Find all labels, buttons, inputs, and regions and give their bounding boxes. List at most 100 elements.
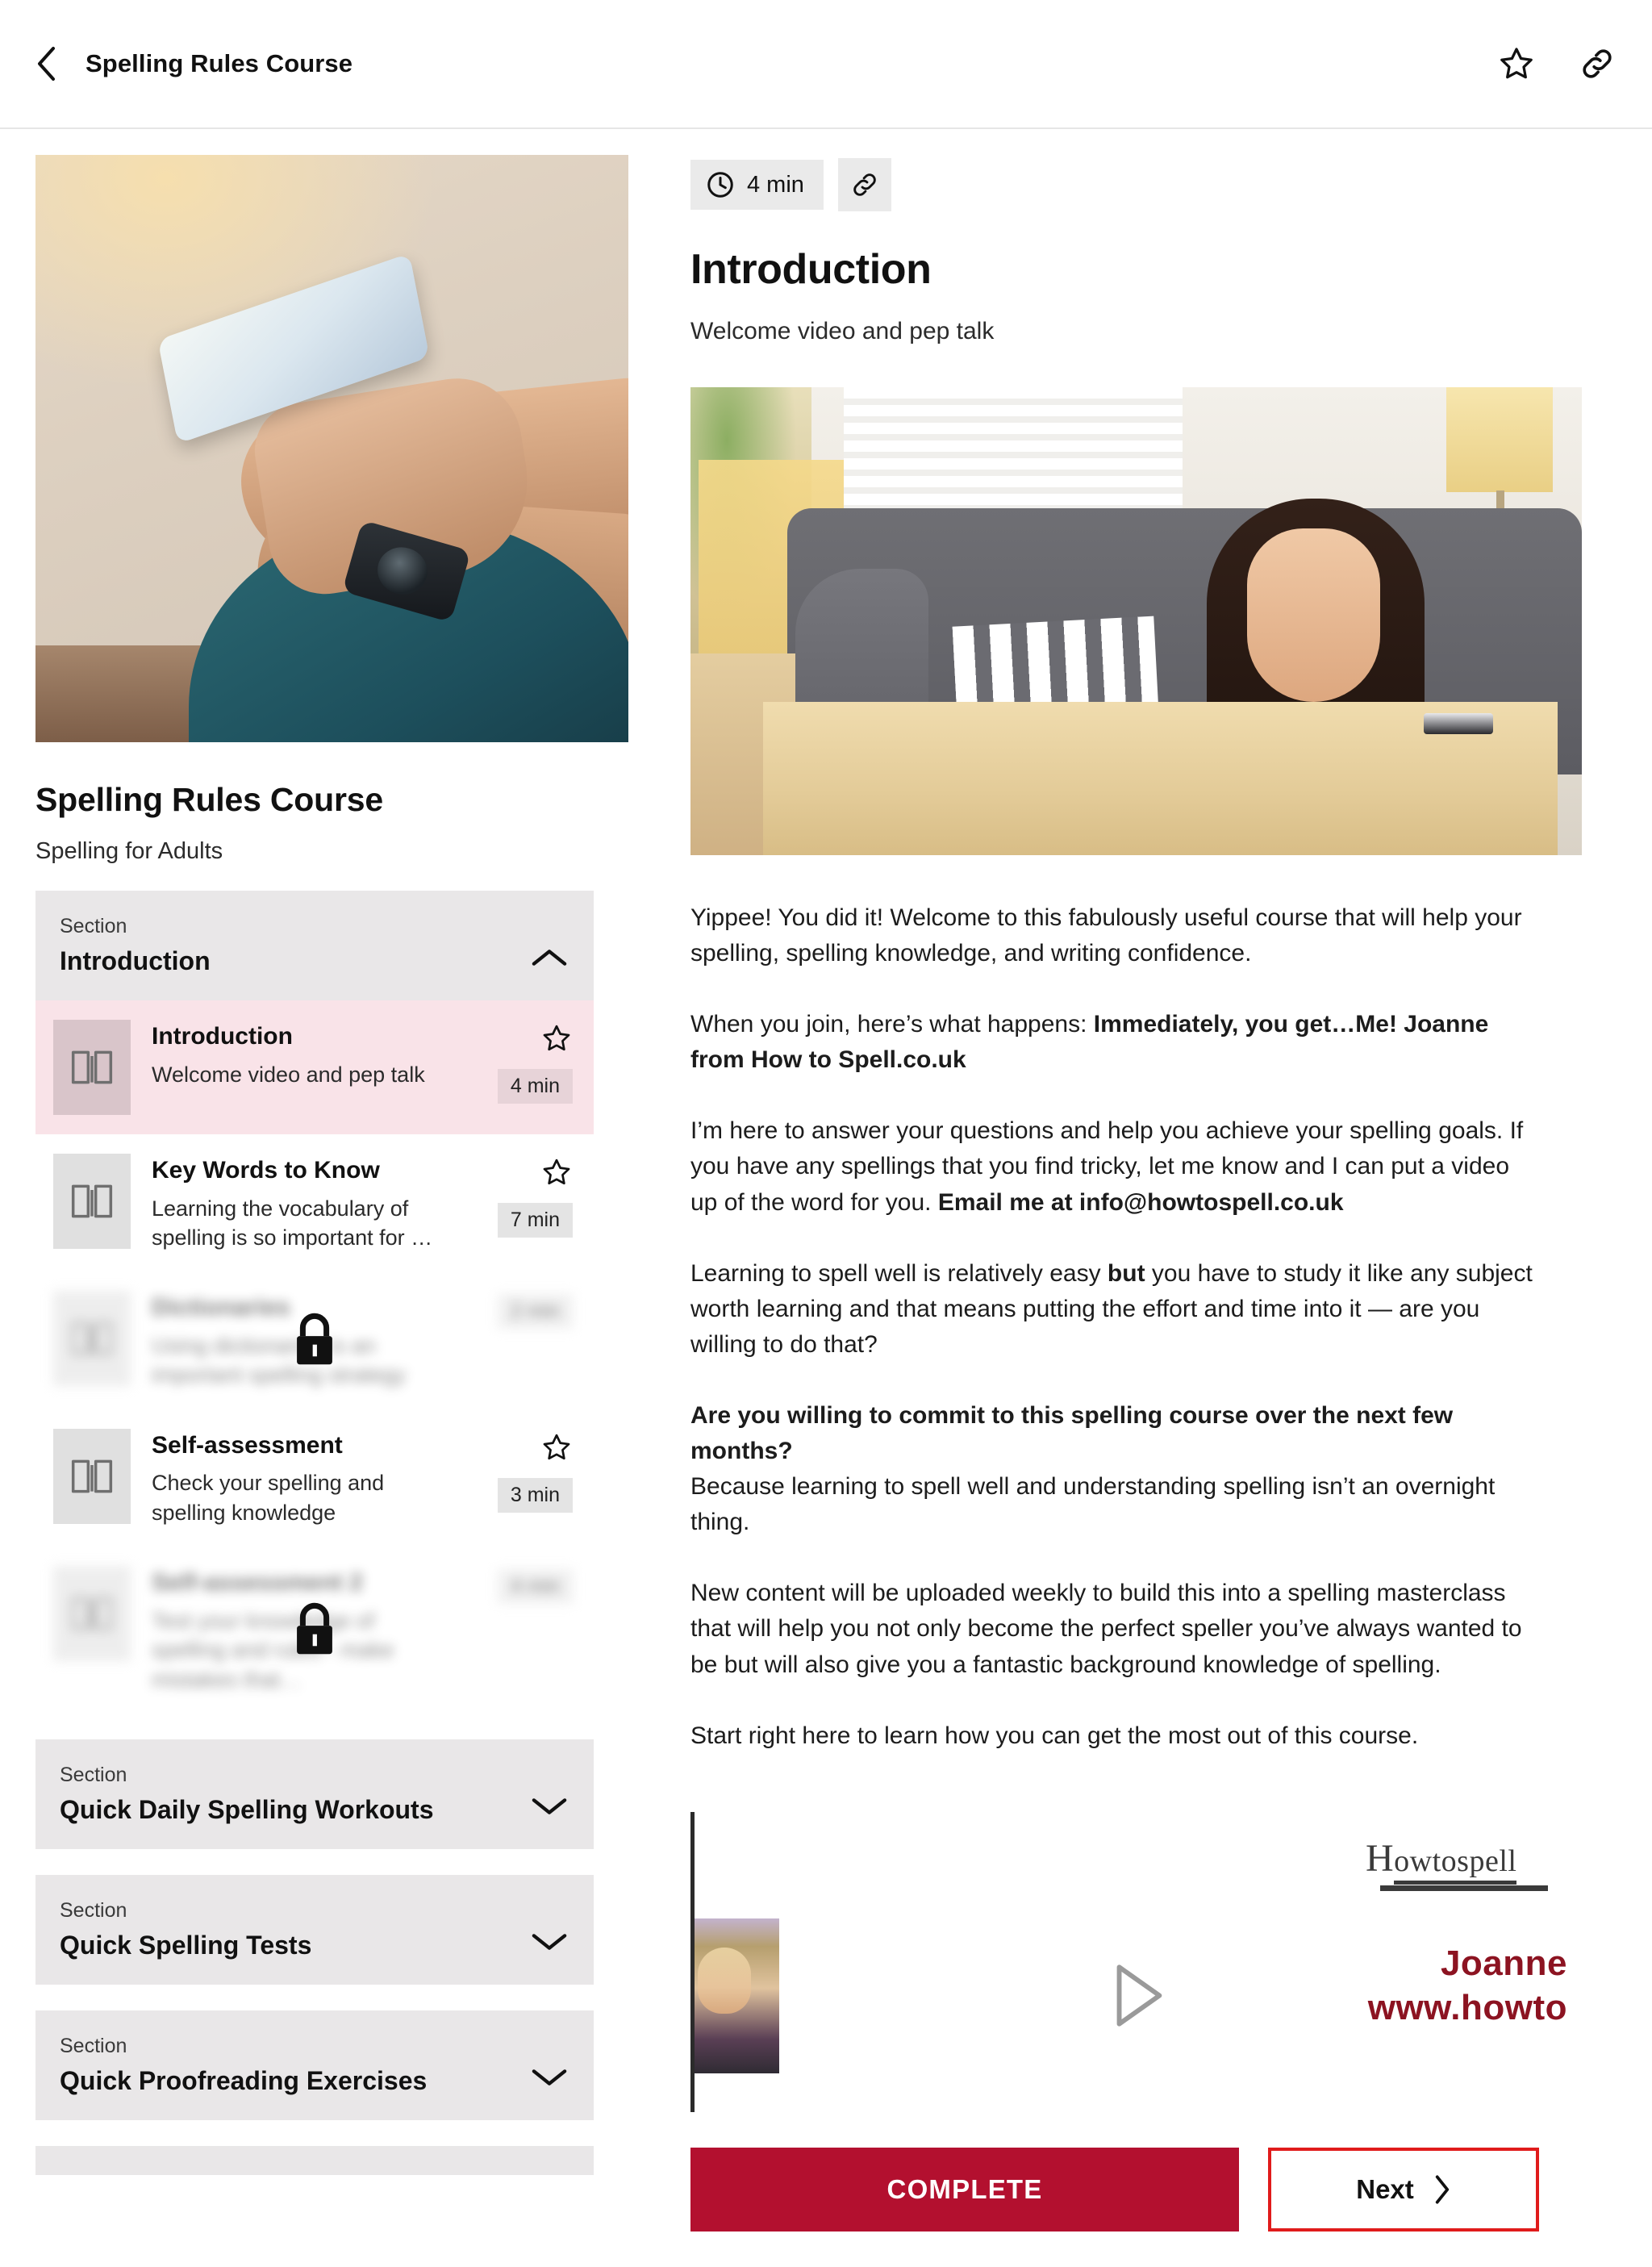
book-icon [71, 1321, 113, 1355]
section-header-quick-daily-spelling-workouts[interactable]: Section Quick Daily Spelling Workouts [35, 1739, 594, 1849]
header-left-group: Spelling Rules Course [27, 45, 353, 82]
section-toggle[interactable] [531, 1795, 568, 1825]
logo-underline-bar [1380, 1885, 1548, 1891]
presenter-name: Joanne [1440, 1943, 1567, 1983]
chevron-down-icon [532, 2069, 567, 2085]
share-link-button[interactable] [1576, 43, 1618, 85]
section-label: Section [60, 2034, 127, 2057]
video-play-button[interactable] [1107, 1960, 1170, 2035]
lesson-row-introduction[interactable]: Introduction Welcome video and pep talk … [35, 1000, 594, 1134]
still-phone-on-table [1424, 713, 1493, 734]
section-header-introduction[interactable]: Section Introduction [35, 891, 594, 1000]
section-header-text: Section Quick Spelling Tests [60, 1899, 311, 1960]
star-outline-icon [543, 1025, 570, 1051]
lesson-row-dictionaries-locked[interactable]: Dictionaries Using dictionaries is an im… [35, 1271, 594, 1409]
lesson-heading: Introduction [690, 246, 932, 293]
video-presenter-caption: Joanne www.howto [1368, 1941, 1567, 2030]
section-header-quick-spelling-tests[interactable]: Section Quick Spelling Tests [35, 1874, 594, 1985]
lesson-title: Self-assessment 2 [152, 1569, 363, 1597]
still-lamp-shade [1446, 387, 1553, 492]
section-toggle[interactable] [531, 946, 568, 976]
paragraph-4: Learning to spell well is relatively eas… [690, 1259, 1533, 1358]
lesson-duration-chip: 4 min [690, 160, 824, 210]
lesson-text: Self-assessment 2 Test your knowledge of… [152, 1566, 445, 1694]
locked-content-blurred: Self-assessment 2 Test your knowledge of… [53, 1566, 573, 1694]
book-icon [71, 1597, 113, 1630]
play-triangle-icon [1116, 1964, 1162, 2027]
lesson-title: Introduction [152, 1023, 293, 1050]
lesson-content: 4 min Introduction Welcome video and pep… [629, 129, 1652, 2267]
complete-button[interactable]: COMPLETE [690, 2147, 1239, 2232]
page-title: Spelling Rules Course [86, 49, 353, 77]
section-toggle[interactable] [531, 1931, 568, 1960]
lesson-thumbnail [53, 1020, 131, 1115]
lesson-list: Introduction Welcome video and pep talk … [35, 1000, 594, 1714]
lesson-description: Test your knowledge of spelling and rule… [152, 1608, 394, 1692]
lesson-action-bar: COMPLETE Next [690, 2147, 1539, 2267]
lesson-description: Using dictionaries is an important spell… [152, 1333, 407, 1388]
lesson-duration-badge: 7 min [497, 1203, 573, 1238]
lesson-description: Check your spelling and spelling knowled… [152, 1471, 385, 1525]
lesson-body-text: Yippee! You did it! Welcome to this fabu… [690, 900, 1539, 1754]
link-icon [853, 173, 876, 196]
section-toggle[interactable] [531, 2066, 568, 2096]
chevron-up-icon [532, 950, 567, 966]
lesson-text: Introduction Welcome video and pep talk [152, 1020, 445, 1089]
lesson-favorite-button[interactable] [540, 1023, 573, 1058]
section-name: Introduction [60, 946, 211, 975]
section-name: Quick Proofreading Exercises [60, 2065, 428, 2095]
lesson-meta: 4 min [466, 1566, 573, 1694]
lesson-thumbnail [53, 1566, 131, 1662]
section-label: Section [60, 1898, 127, 1922]
lesson-text: Self-assessment Check your spelling and … [152, 1429, 445, 1527]
lesson-favorite-button[interactable] [540, 1157, 573, 1192]
next-button[interactable]: Next [1268, 2147, 1539, 2232]
howtospell-logo: Howtospell [1366, 1836, 1548, 1891]
lesson-text: Key Words to Know Learning the vocabular… [152, 1154, 445, 1252]
lesson-favorite-button[interactable] [540, 1432, 573, 1467]
presenter-url: www.howto [1367, 1987, 1567, 2027]
page-layout: Spelling Rules Course Spelling for Adult… [0, 129, 1652, 2267]
lesson-title: Key Words to Know [152, 1157, 380, 1184]
lesson-duration-badge: 2 min [497, 1294, 573, 1330]
lesson-description: Learning the vocabulary of spelling is s… [152, 1196, 433, 1250]
clock-icon [707, 172, 733, 198]
lesson-meta: 4 min [466, 1020, 573, 1104]
section-header-text: Section Introduction [60, 915, 211, 976]
video-presenter-thumbnail [695, 1918, 779, 2073]
lesson-description: Welcome video and pep talk [152, 1062, 425, 1087]
section-header-quick-proofreading-exercises[interactable]: Section Quick Proofreading Exercises [35, 2010, 594, 2120]
course-sidebar: Spelling Rules Course Spelling for Adult… [0, 129, 629, 2175]
paragraph-2: When you join, here’s what happens: Imme… [690, 1011, 1489, 1074]
lesson-row-key-words-to-know[interactable]: Key Words to Know Learning the vocabular… [35, 1134, 594, 1272]
paragraph-5: Are you willing to commit to this spelli… [690, 1401, 1496, 1536]
section-label: Section [60, 915, 127, 937]
header-right-group [1496, 43, 1625, 85]
lesson-row-self-assessment[interactable]: Self-assessment Check your spelling and … [35, 1409, 594, 1547]
star-outline-icon [543, 1434, 570, 1459]
section-label: Section [60, 1763, 127, 1786]
section-header-partial[interactable] [35, 2145, 594, 2175]
course-title: Spelling Rules Course [35, 781, 383, 818]
star-outline-icon [543, 1159, 570, 1185]
lesson-subheading: Welcome video and pep talk [690, 318, 995, 344]
lesson-video-player[interactable]: Howtospell Joanne www.howto [690, 1811, 1582, 2112]
lesson-link-button[interactable] [837, 158, 891, 211]
lesson-thumbnail [53, 1154, 131, 1249]
chevron-left-icon [38, 47, 55, 81]
lesson-duration-badge: 4 min [497, 1069, 573, 1104]
lesson-thumbnail [53, 1291, 131, 1387]
next-label: Next [1356, 2173, 1414, 2204]
book-icon [71, 1184, 113, 1218]
lesson-title: Dictionaries [152, 1294, 290, 1321]
section-header-text: Section Quick Daily Spelling Workouts [60, 1764, 434, 1825]
lesson-meta: 3 min [466, 1429, 573, 1513]
app-header: Spelling Rules Course [0, 0, 1652, 129]
lesson-duration-badge: 4 min [497, 1569, 573, 1605]
paragraph-1: Yippee! You did it! Welcome to this fabu… [690, 904, 1522, 967]
lesson-meta: 7 min [466, 1154, 573, 1238]
lesson-title: Self-assessment [152, 1431, 343, 1459]
favorite-button[interactable] [1496, 43, 1537, 85]
lesson-row-self-assessment-2-locked[interactable]: Self-assessment 2 Test your knowledge of… [35, 1547, 594, 1714]
back-button[interactable] [27, 45, 65, 82]
